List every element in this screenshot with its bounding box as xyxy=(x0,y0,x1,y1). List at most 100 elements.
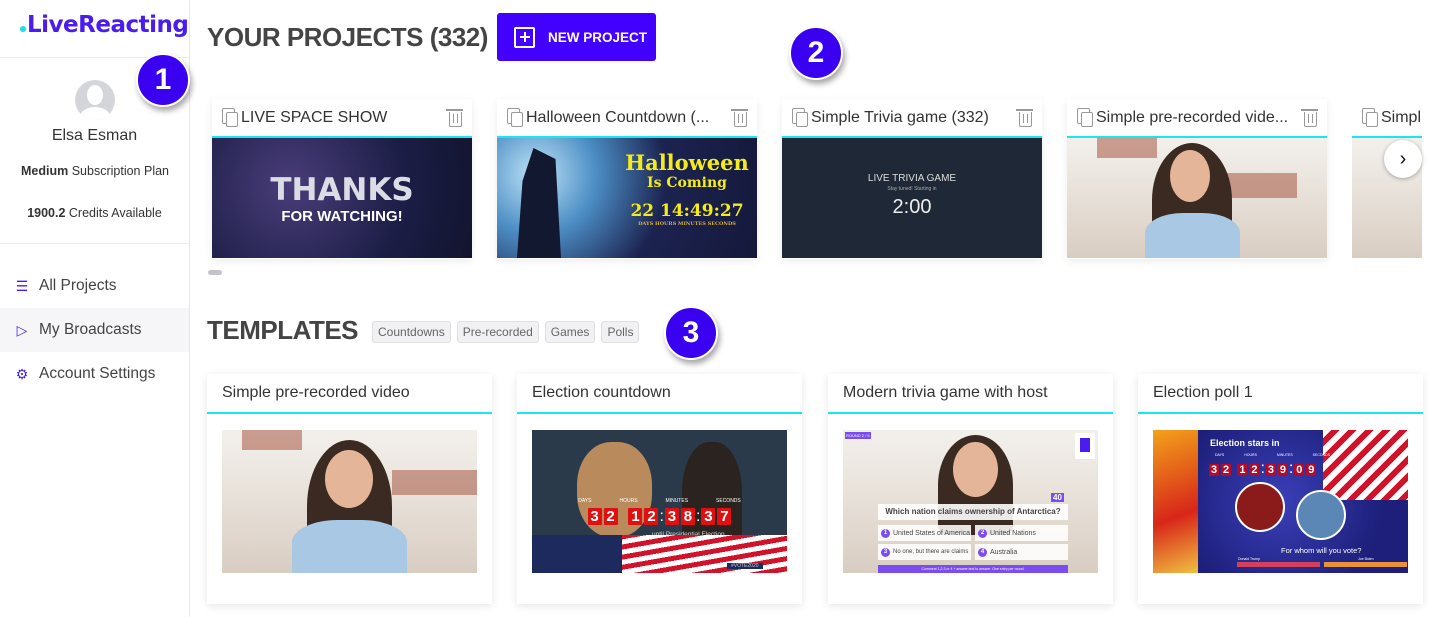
digit: 1 xyxy=(628,508,643,525)
project-title: Simpl xyxy=(1381,108,1422,126)
template-thumbnail: Election stars in 32 12:39:09 DAYS HOURS M… xyxy=(1153,430,1408,573)
project-title: Halloween Countdown (... xyxy=(526,108,710,126)
unit-label: DAYS xyxy=(578,498,592,504)
unit-label: MINUTES xyxy=(1276,453,1293,457)
play-icon: ▷ xyxy=(16,321,28,338)
template-filters: Countdowns Pre-recorded Games Polls xyxy=(372,321,640,343)
copy-icon[interactable] xyxy=(507,107,523,127)
trash-icon[interactable] xyxy=(1016,109,1033,127)
chevron-right-icon: › xyxy=(1399,147,1407,170)
project-thumbnail: THANKS FOR WATCHING! xyxy=(212,138,472,258)
answer: 4 Australia xyxy=(975,544,1068,560)
digit: 9 xyxy=(1306,464,1317,476)
button-label: NEW PROJECT xyxy=(548,29,648,45)
thumb-timer: 22 14:49:27 xyxy=(630,201,744,221)
gear-icon: ⚙ xyxy=(15,365,29,382)
project-title: Simple pre-recorded vide... xyxy=(1096,108,1289,126)
digit: 3 xyxy=(664,508,679,525)
template-card[interactable]: Election countdown DAYS HOURS MINUTES SECON… xyxy=(517,374,802,604)
project-title: LIVE SPACE SHOW xyxy=(241,108,388,126)
copy-icon[interactable] xyxy=(1362,107,1378,127)
nav-label: Account Settings xyxy=(39,365,156,382)
new-project-button[interactable]: NEW PROJECT xyxy=(497,13,656,61)
trash-icon[interactable] xyxy=(731,109,748,127)
filter-pre-recorded[interactable]: Pre-recorded xyxy=(456,321,539,343)
instructions: Comment 1,2,3 or 4 + answer text to answ… xyxy=(878,565,1068,573)
question: Which nation claims ownership of Antarct… xyxy=(878,504,1068,520)
digit: 1 xyxy=(1237,464,1248,476)
thumb-text: DAYS HOURS MINUTES SECONDS xyxy=(638,221,736,227)
nav-label: All Projects xyxy=(39,277,117,294)
score: 40 xyxy=(1051,493,1064,502)
digit: 2 xyxy=(644,508,659,525)
page-title: YOUR PROJECTS (332) xyxy=(207,22,488,52)
callout-badge-1: 1 xyxy=(136,53,190,107)
trash-icon[interactable] xyxy=(1301,109,1318,127)
digit: 9 xyxy=(1277,464,1288,476)
filter-games[interactable]: Games xyxy=(544,321,596,343)
thumb-text: Halloween xyxy=(625,150,749,175)
digit: 3 xyxy=(587,508,602,525)
countdown-digits: 32 12:38:37 xyxy=(532,508,787,526)
template-thumbnail: DAYSHOURSMINUTESSECONDS 32 12:38:37 unti… xyxy=(532,430,787,573)
next-arrow-button[interactable]: › xyxy=(1384,140,1422,178)
project-card: Simpl xyxy=(1352,99,1422,259)
callout-badge-2: 2 xyxy=(789,26,843,80)
project-card[interactable]: Simple Trivia game (332) LIVE TRIVIA GAM… xyxy=(782,99,1042,259)
divider xyxy=(0,243,189,244)
thumb-timer: 2:00 xyxy=(892,196,932,218)
thumb-text: THANKS xyxy=(270,172,414,208)
filter-polls[interactable]: Polls xyxy=(601,321,640,343)
user-name: Elsa Esman xyxy=(51,127,138,144)
candidate-name: Joe Biden xyxy=(1358,557,1374,561)
copy-icon[interactable] xyxy=(1077,107,1093,127)
unit-label: MINUTES xyxy=(665,498,689,504)
template-title: Simple pre-recorded video xyxy=(207,374,492,414)
credits-available: 1900.2 Credits Available xyxy=(27,206,162,220)
vote-bar xyxy=(1324,562,1407,567)
template-thumbnail: ROUND 2 / 5 40 Which nation claims owner… xyxy=(843,430,1098,573)
template-card[interactable]: Election poll 1 Election stars in 32 12:… xyxy=(1138,374,1423,604)
thumb-text: Stay tuned! Starting in xyxy=(887,186,937,192)
project-thumbnail xyxy=(1067,138,1327,258)
answer: 2 United Nations xyxy=(975,525,1068,541)
candidate-name: Donald Trump xyxy=(1238,557,1260,561)
template-thumbnail xyxy=(222,430,477,573)
plus-icon xyxy=(514,26,535,48)
template-title: Election poll 1 xyxy=(1138,374,1423,414)
unit-label: DAYS xyxy=(1215,453,1225,457)
countdown-digits: 32 12:39:09 xyxy=(1209,460,1317,477)
digit: 2 xyxy=(1249,464,1260,476)
digit: 2 xyxy=(1221,464,1231,476)
trash-icon[interactable] xyxy=(446,109,463,127)
thumb-text: Is Coming xyxy=(647,175,727,191)
copy-icon[interactable] xyxy=(222,107,238,127)
horizontal-scrollbar[interactable] xyxy=(208,270,222,275)
sidebar-item-all-projects[interactable]: ☰ All Projects xyxy=(0,264,189,308)
project-card[interactable]: LIVE SPACE SHOW THANKS FOR WATCHING! xyxy=(212,99,472,259)
project-card[interactable]: Simple pre-recorded vide... xyxy=(1067,99,1327,259)
digit: 8 xyxy=(680,508,695,525)
answer: 3 No one, but there are claims xyxy=(878,544,971,560)
digit: 3 xyxy=(1209,464,1219,476)
filter-countdowns[interactable]: Countdowns xyxy=(372,321,451,343)
project-title: Simple Trivia game (332) xyxy=(811,108,989,126)
thumb-text: LIVE TRIVIA GAME xyxy=(867,173,957,184)
sidebar-item-account-settings[interactable]: ⚙ Account Settings xyxy=(0,352,189,396)
answer: 1 United States of America xyxy=(878,525,971,541)
unit-label: SECONDS xyxy=(716,498,741,504)
menu-icon: ☰ xyxy=(15,277,29,294)
digit: 3 xyxy=(701,508,716,525)
project-card-partial[interactable]: Simpl xyxy=(1352,99,1422,259)
sidebar-item-my-broadcasts[interactable]: ▷ My Broadcasts xyxy=(0,308,189,352)
project-card[interactable]: Halloween Countdown (... Halloween Is Co… xyxy=(497,99,757,259)
project-thumbnail: LIVE TRIVIA GAME Stay tuned! Starting in… xyxy=(782,138,1042,258)
digit: 0 xyxy=(1294,464,1305,476)
avatar xyxy=(75,80,115,120)
template-card[interactable]: Modern trivia game with host ROUND 2 / 5… xyxy=(828,374,1113,604)
template-card[interactable]: Simple pre-recorded video xyxy=(207,374,492,604)
copy-icon[interactable] xyxy=(792,107,808,127)
project-thumbnail: Halloween Is Coming 22 14:49:27 DAYS HOU… xyxy=(497,138,757,258)
unit-label: HOURS xyxy=(1244,453,1257,457)
logo[interactable]: LiveReacting xyxy=(20,12,189,38)
